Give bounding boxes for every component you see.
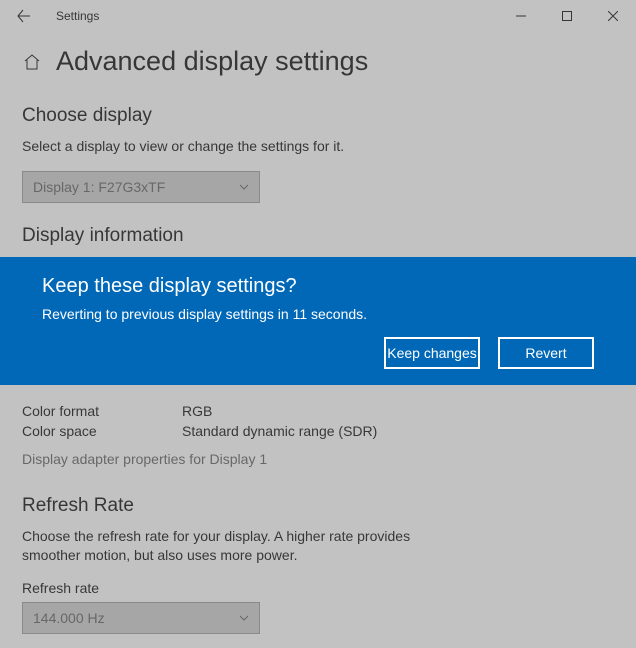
keep-changes-button[interactable]: Keep changes: [384, 337, 480, 369]
dialog-message: Reverting to previous display settings i…: [42, 306, 594, 322]
revert-button[interactable]: Revert: [498, 337, 594, 369]
keep-settings-dialog: Keep these display settings? Reverting t…: [0, 257, 636, 385]
dialog-buttons: Keep changes Revert: [42, 337, 594, 369]
dialog-title: Keep these display settings?: [42, 275, 594, 298]
